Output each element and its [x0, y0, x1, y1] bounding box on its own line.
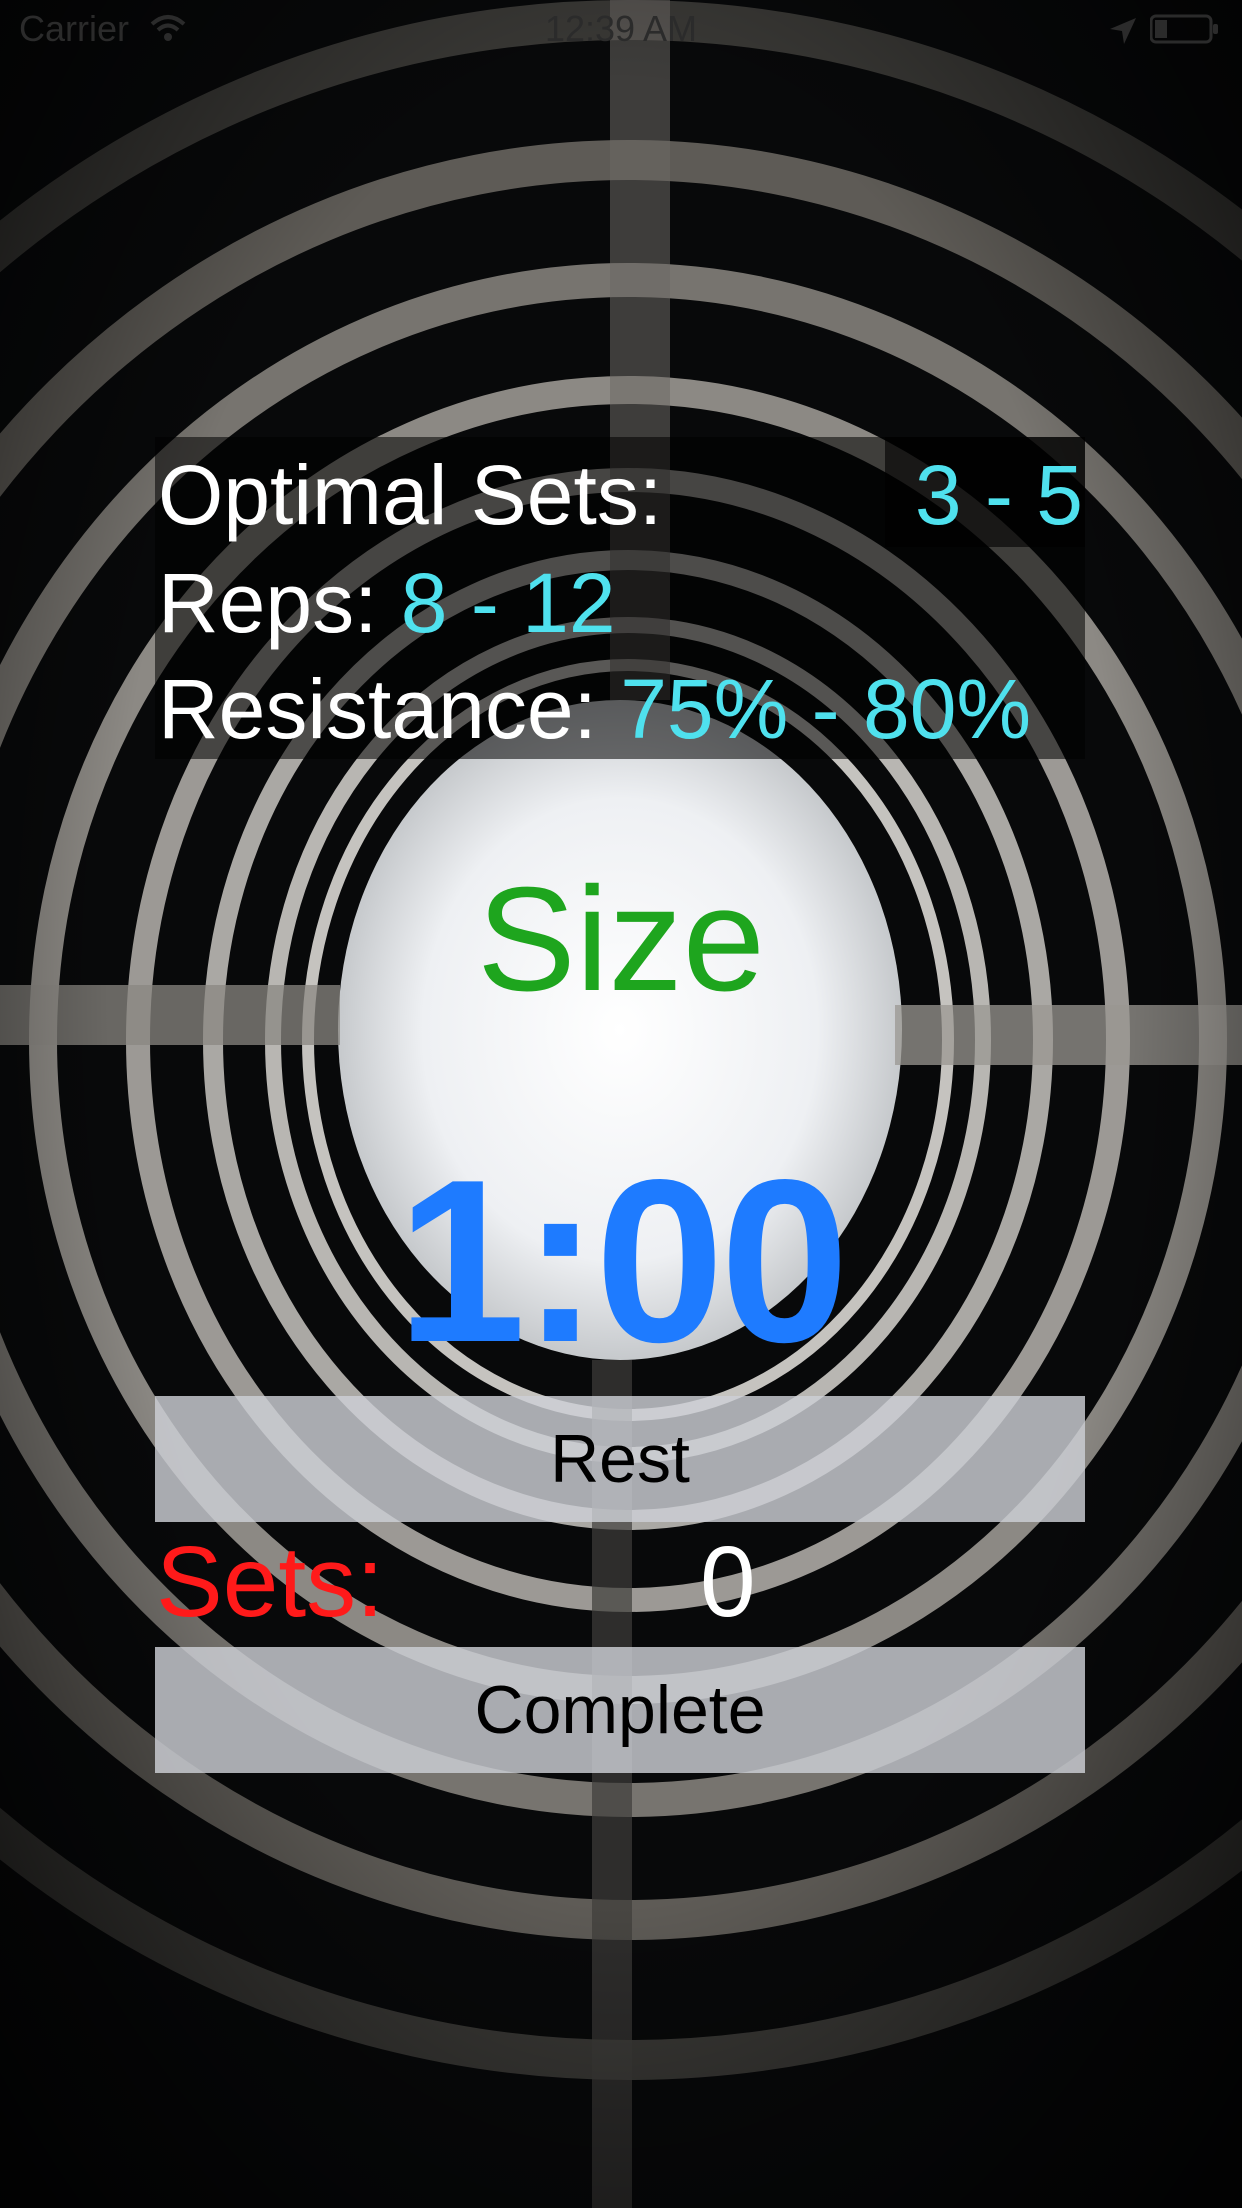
status-bar: Carrier 12:39 AM: [0, 0, 1242, 60]
goal-title: Size: [477, 857, 765, 1022]
complete-button[interactable]: Complete: [155, 1647, 1085, 1773]
rest-button[interactable]: Rest: [155, 1396, 1085, 1522]
battery-icon: [1150, 14, 1218, 44]
status-time: 12:39 AM: [544, 8, 698, 49]
background-image: [0, 0, 1242, 2208]
reps-value: 8 - 12: [400, 556, 616, 650]
resistance-value: 75% - 80%: [620, 662, 1032, 756]
location-arrow-icon: [1110, 18, 1136, 44]
reps-label: Reps:: [158, 556, 378, 650]
reps-row: Reps: 8 - 12: [158, 561, 616, 645]
sets-counter-label: Sets:: [156, 1526, 384, 1638]
sets-counter-value: 0: [700, 1526, 756, 1638]
workout-info-panel: Optimal Sets: 3 - 5 Reps: 8 - 12 Resista…: [155, 437, 1085, 759]
timer-display: 1:00: [396, 1132, 849, 1391]
resistance-label: Resistance:: [158, 662, 597, 756]
optimal-sets-label: Optimal Sets:: [158, 448, 663, 542]
resistance-row: Resistance: 75% - 80%: [158, 667, 1031, 751]
optimal-sets-value: 3 - 5: [914, 448, 1083, 542]
